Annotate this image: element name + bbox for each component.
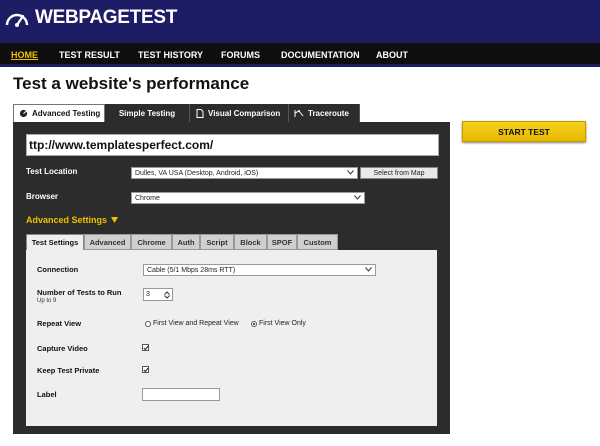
tab-traceroute[interactable]: Traceroute <box>289 104 360 122</box>
test-location-select[interactable]: Dulles, VA USA (Desktop, Android, iOS) <box>131 167 358 179</box>
nav-test-result[interactable]: TEST RESULT <box>59 50 120 60</box>
radio-circle[interactable] <box>145 320 151 327</box>
checkmark-icon <box>143 345 149 351</box>
speedometer-icon <box>5 13 29 27</box>
radio-circle-selected[interactable] <box>251 320 257 327</box>
advanced-settings-toggle[interactable]: Advanced Settings <box>26 215 119 225</box>
subtab-test-settings[interactable]: Test Settings <box>26 234 84 250</box>
tab-label: Advanced Testing <box>32 109 101 118</box>
select-value: Cable (5/1 Mbps 28ms RTT) <box>147 266 236 274</box>
start-test-button[interactable]: START TEST <box>462 121 586 142</box>
radio-first-and-repeat[interactable]: First View and Repeat View <box>145 320 239 327</box>
main-nav: HOME TEST RESULT TEST HISTORY FORUMS DOC… <box>0 43 600 67</box>
test-location-label: Test Location <box>26 167 78 176</box>
browser-select[interactable]: Chrome <box>131 192 365 204</box>
logo-text: WEBPAGETEST <box>35 7 178 28</box>
num-tests-sublabel: Up to 9 <box>37 298 57 304</box>
connection-select[interactable]: Cable (5/1 Mbps 28ms RTT) <box>143 264 376 276</box>
keep-private-checkbox[interactable] <box>142 366 149 373</box>
page-title: Test a website's performance <box>13 74 250 93</box>
tab-label: Simple Testing <box>118 108 176 118</box>
stepper-value: 3 <box>146 291 150 298</box>
tab-advanced-testing[interactable]: Advanced Testing <box>13 104 105 122</box>
nav-documentation[interactable]: DOCUMENTATION <box>281 50 360 60</box>
test-panel: Test Location Dulles, VA USA (Desktop, A… <box>13 122 450 434</box>
chevron-down-icon <box>365 267 372 272</box>
label-field-label: Label <box>37 390 57 399</box>
nav-forums[interactable]: FORUMS <box>221 50 260 60</box>
subtab-auth[interactable]: Auth <box>172 234 200 250</box>
capture-video-checkbox[interactable] <box>142 344 149 351</box>
repeat-view-label: Repeat View <box>37 319 82 328</box>
label-input[interactable] <box>142 388 220 401</box>
subtab-script[interactable]: Script <box>200 234 234 250</box>
radio-label: First View and Repeat View <box>153 320 239 327</box>
chevron-down-icon <box>347 170 354 175</box>
test-settings-box: Connection Cable (5/1 Mbps 28ms RTT) Num… <box>26 250 437 426</box>
select-value: Chrome <box>135 194 160 202</box>
tab-label: Traceroute <box>308 108 349 118</box>
advanced-settings-label: Advanced Settings <box>26 215 108 225</box>
num-tests-stepper[interactable]: 3 <box>143 288 173 301</box>
browser-label: Browser <box>26 192 59 201</box>
radio-first-view-only[interactable]: First View Only <box>251 320 306 327</box>
nav-about[interactable]: ABOUT <box>376 50 408 60</box>
gauge-icon <box>19 109 28 118</box>
select-value: Dulles, VA USA (Desktop, Android, iOS) <box>135 169 259 177</box>
nav-home[interactable]: HOME <box>11 50 38 60</box>
subtab-advanced[interactable]: Advanced <box>84 234 131 250</box>
nav-test-history[interactable]: TEST HISTORY <box>138 50 203 60</box>
site-header: WEBPAGETEST <box>0 0 600 43</box>
chevron-down-icon <box>354 195 361 200</box>
tab-simple-testing[interactable]: Simple Testing <box>105 104 190 122</box>
spinner-arrows-icon[interactable] <box>164 290 170 299</box>
triangle-down-icon <box>111 217 119 223</box>
keep-private-label: Keep Test Private <box>37 366 100 375</box>
subtab-spof[interactable]: SPOF <box>267 234 297 250</box>
webpagetest-logo[interactable]: WEBPAGETEST <box>4 6 177 30</box>
select-from-map-button[interactable]: Select from Map <box>360 167 438 179</box>
capture-video-label: Capture Video <box>37 344 88 353</box>
tab-visual-comparison[interactable]: Visual Comparison <box>190 104 289 122</box>
document-icon <box>196 108 204 118</box>
subtab-custom[interactable]: Custom <box>297 234 338 250</box>
subtab-block[interactable]: Block <box>234 234 267 250</box>
subtab-chrome[interactable]: Chrome <box>131 234 172 250</box>
radio-label: First View Only <box>259 320 306 327</box>
connection-label: Connection <box>37 265 79 274</box>
tab-label: Visual Comparison <box>208 108 281 118</box>
traceroute-icon <box>294 109 304 118</box>
num-tests-label: Number of Tests to Run <box>37 288 122 297</box>
url-input[interactable] <box>26 134 439 156</box>
checkmark-icon <box>143 367 149 373</box>
